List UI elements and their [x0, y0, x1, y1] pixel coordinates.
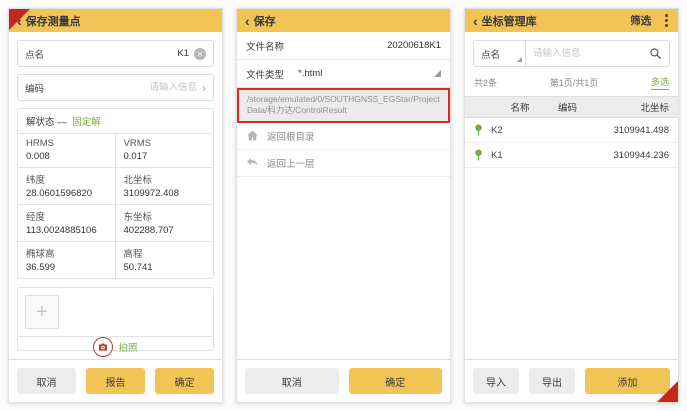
- page-title: 坐标管理库: [482, 13, 537, 29]
- take-photo-label: 拍照: [118, 340, 137, 354]
- table-row[interactable]: K1 3109944.236: [465, 143, 678, 168]
- point-north: 3109941.498: [586, 125, 678, 136]
- go-up-label: 返回上一层: [267, 156, 315, 170]
- point-north: 3109944.236: [586, 150, 678, 161]
- solution-panel: 解状态 — 固定解 HRMS 0.008 VRMS 0.017 纬度 28.06…: [17, 108, 214, 279]
- take-photo-button[interactable]: 拍照: [18, 336, 213, 357]
- stat-elevation: 高程 50.741: [116, 242, 214, 278]
- point-pin-icon: [465, 149, 491, 162]
- file-type-value: *.html: [298, 68, 322, 79]
- search-input[interactable]: [526, 48, 642, 59]
- go-up-item[interactable]: 返回上一层: [237, 150, 450, 177]
- overflow-menu-icon[interactable]: [663, 12, 670, 29]
- photo-area: +: [18, 288, 213, 336]
- red-corner-marker-bottomright: [657, 381, 678, 402]
- filter-button[interactable]: 筛选: [630, 13, 651, 28]
- save-point-body: 点名 × 编码 › 解状态 — 固定解 HRMS 0.008: [9, 32, 222, 359]
- home-icon: [246, 129, 259, 142]
- save-point-buttonbar: 取消 报告 确定: [9, 359, 222, 402]
- stat-east: 东坐标 402288.707: [116, 205, 214, 242]
- stat-hrms: HRMS 0.008: [18, 134, 116, 168]
- search-bar: 点名: [473, 40, 670, 67]
- titlebar-save-file: ‹ 保存: [237, 9, 450, 32]
- import-button[interactable]: 导入: [473, 368, 519, 394]
- page-title: 保存测量点: [26, 13, 81, 29]
- return-arrow-icon: [246, 156, 259, 169]
- cancel-button[interactable]: 取消: [245, 368, 339, 394]
- solution-value: 固定解: [72, 117, 101, 128]
- library-buttonbar: 导入 导出 添加: [465, 359, 678, 402]
- column-name: 名称: [491, 100, 549, 114]
- photo-panel: + 拍照: [17, 287, 214, 351]
- point-name-input[interactable]: [44, 48, 189, 59]
- go-root-item[interactable]: 返回根目录: [237, 123, 450, 150]
- stat-longitude: 经度 113.0024885106: [18, 205, 116, 242]
- export-button[interactable]: 导出: [529, 368, 575, 394]
- dropdown-triangle-icon[interactable]: [434, 70, 441, 77]
- stat-ellipsoid-height: 椭球高 36.599: [18, 242, 116, 278]
- code-field[interactable]: 编码 ›: [17, 74, 214, 101]
- column-north: 北坐标: [586, 100, 678, 114]
- save-file-buttonbar: 取消 确定: [237, 359, 450, 402]
- point-name-label: 点名: [25, 47, 44, 61]
- search-field-label: 点名: [481, 47, 500, 61]
- file-list-empty-area: [237, 177, 450, 359]
- back-icon[interactable]: ‹: [473, 14, 478, 28]
- screen-coordinate-library: ‹ 坐标管理库 筛选 点名 共2条 第1页/共1页 多选 名称 编码: [464, 8, 679, 403]
- point-name: K2: [491, 125, 549, 136]
- code-label: 编码: [25, 81, 44, 95]
- cancel-button[interactable]: 取消: [17, 368, 76, 394]
- file-type-label: 文件类型: [246, 67, 284, 81]
- search-icon[interactable]: [649, 47, 662, 60]
- code-input[interactable]: [44, 82, 197, 93]
- chevron-right-icon: ›: [202, 81, 206, 95]
- list-status-row: 共2条 第1页/共1页 多选: [465, 75, 678, 96]
- plus-icon: +: [36, 301, 48, 324]
- table-row[interactable]: K2 3109941.498: [465, 118, 678, 143]
- add-photo-placeholder[interactable]: +: [25, 295, 59, 329]
- point-name-field[interactable]: 点名 ×: [17, 40, 214, 67]
- page-indicator: 第1页/共1页: [497, 76, 651, 89]
- screens-row: ‹ 保存测量点 点名 × 编码 › 解状态 — 固定解: [0, 0, 687, 411]
- dropdown-triangle-icon: [517, 57, 522, 62]
- column-code: 编码: [549, 100, 586, 114]
- camera-icon: [93, 337, 113, 357]
- titlebar-save-point: ‹ 保存测量点: [9, 9, 222, 32]
- titlebar-coordinate-library: ‹ 坐标管理库 筛选: [465, 9, 678, 32]
- search-field-selector[interactable]: 点名: [474, 41, 526, 66]
- current-path-box: /storage/emulated/0/SOUTHGNSS_EGStar/Pro…: [237, 88, 450, 123]
- multiselect-button[interactable]: 多选: [651, 75, 669, 90]
- file-name-row[interactable]: 文件名称 20200618K1: [237, 32, 450, 60]
- file-name-label: 文件名称: [246, 39, 284, 53]
- confirm-button[interactable]: 确定: [349, 368, 443, 394]
- back-icon[interactable]: ‹: [245, 14, 250, 28]
- list-empty-area: [465, 168, 678, 359]
- file-name-value: 20200618K1: [387, 40, 441, 51]
- screen-save-point: ‹ 保存测量点 点名 × 编码 › 解状态 — 固定解: [8, 8, 223, 403]
- stat-vrms: VRMS 0.017: [116, 134, 214, 168]
- point-name: K1: [491, 150, 549, 161]
- solution-label: 解状态 —: [26, 117, 67, 128]
- clear-icon[interactable]: ×: [194, 48, 206, 60]
- stat-latitude: 纬度 28.0601596820: [18, 168, 116, 205]
- page-title: 保存: [254, 13, 276, 29]
- table-header: 名称 编码 北坐标: [465, 96, 678, 118]
- report-button[interactable]: 报告: [86, 368, 145, 394]
- go-root-label: 返回根目录: [267, 129, 315, 143]
- confirm-button[interactable]: 确定: [155, 368, 214, 394]
- stats-grid: HRMS 0.008 VRMS 0.017 纬度 28.0601596820 北…: [18, 133, 213, 278]
- stat-north: 北坐标 3109972.408: [116, 168, 214, 205]
- file-type-row[interactable]: 文件类型 *.html: [237, 60, 450, 88]
- screen-save-file: ‹ 保存 文件名称 20200618K1 文件类型 *.html /storag…: [236, 8, 451, 403]
- total-count: 共2条: [474, 76, 497, 89]
- current-path: /storage/emulated/0/SOUTHGNSS_EGStar/Pro…: [247, 94, 440, 115]
- red-corner-marker-topleft: [9, 9, 30, 30]
- point-pin-icon: [465, 124, 491, 137]
- solution-status: 解状态 — 固定解: [18, 109, 213, 133]
